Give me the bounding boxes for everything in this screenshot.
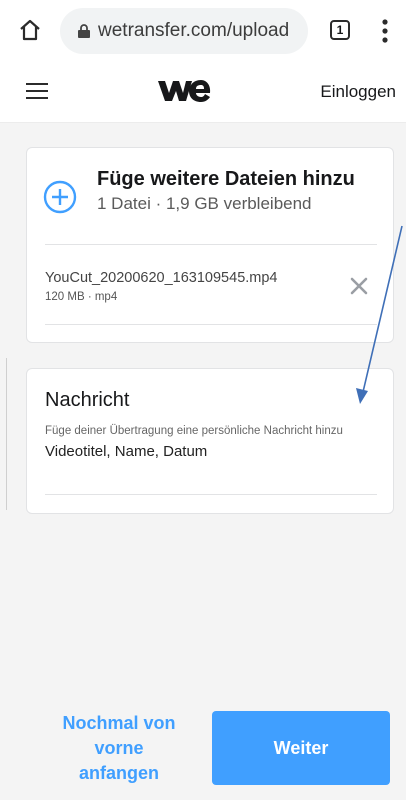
- divider: [45, 324, 377, 325]
- divider: [45, 244, 377, 245]
- address-bar[interactable]: wetransfer.com/upload: [60, 8, 308, 54]
- remove-file-icon[interactable]: [349, 276, 369, 296]
- add-files-icon[interactable]: [43, 180, 77, 214]
- left-edge-line: [6, 358, 7, 510]
- message-card: Nachricht Füge deiner Übertragung eine p…: [26, 368, 394, 514]
- file-meta: 120 MB · mp4: [45, 291, 118, 303]
- more-options-icon[interactable]: [381, 18, 389, 44]
- message-input[interactable]: Videotitel, Name, Datum: [45, 443, 207, 460]
- browser-toolbar: wetransfer.com/upload 1: [0, 0, 406, 63]
- message-description: Füge deiner Übertragung eine persönliche…: [45, 425, 343, 437]
- remaining-capacity: 1 Datei · 1,9 GB verbleibend: [97, 194, 312, 213]
- message-title: Nachricht: [45, 389, 130, 411]
- files-card: Füge weitere Dateien hinzu 1 Datei · 1,9…: [26, 147, 394, 343]
- app-header: Einloggen: [0, 62, 406, 123]
- tab-switcher-button[interactable]: 1: [330, 20, 350, 40]
- home-icon[interactable]: [18, 18, 42, 42]
- url-text: wetransfer.com/upload: [98, 20, 290, 41]
- file-name: YouCut_20200620_163109545.mp4: [45, 270, 278, 286]
- login-link[interactable]: Einloggen: [320, 82, 396, 102]
- message-underline: [45, 494, 377, 495]
- wetransfer-logo-icon[interactable]: [157, 78, 211, 104]
- restart-link[interactable]: Nochmal von vorne anfangen: [54, 711, 184, 787]
- add-files-button[interactable]: Füge weitere Dateien hinzu: [97, 168, 355, 191]
- next-button[interactable]: Weiter: [212, 711, 390, 785]
- lock-icon: [78, 24, 90, 38]
- menu-icon[interactable]: [26, 83, 48, 99]
